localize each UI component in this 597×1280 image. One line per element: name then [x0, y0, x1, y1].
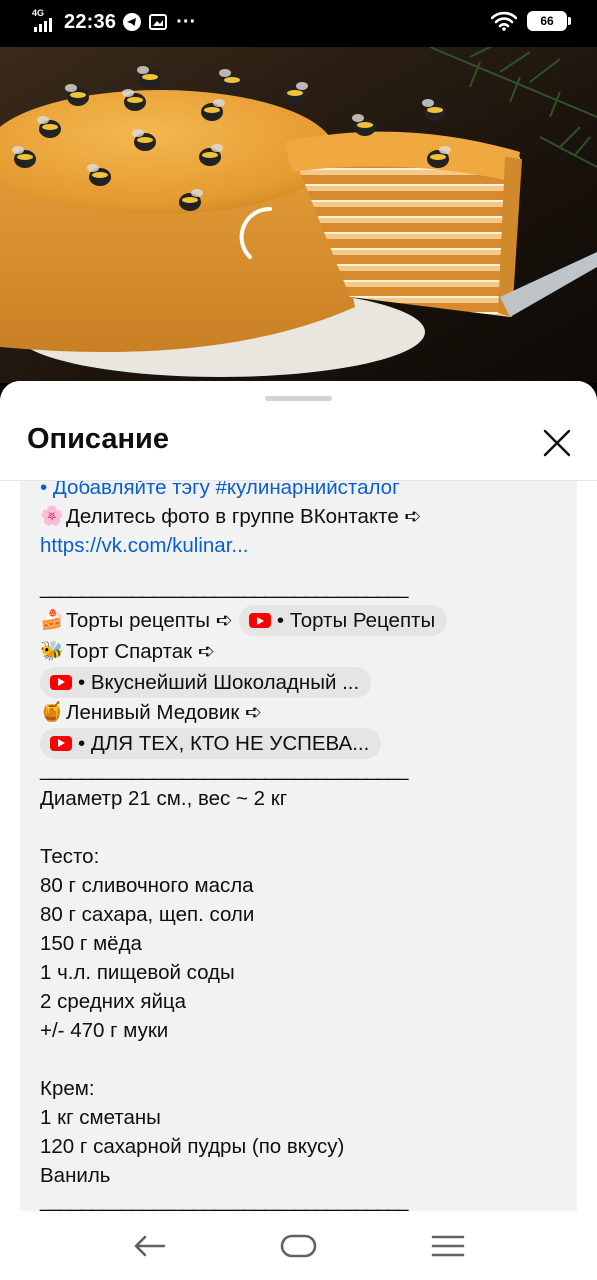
lazy-label: Ленивый Медовик ➪	[66, 701, 263, 724]
telegram-icon	[123, 13, 142, 31]
separator: ____________________________________	[40, 758, 408, 781]
lazy-chip-label: • ДЛЯ ТЕХ, КТО НЕ УСПЕВА...	[78, 731, 370, 755]
status-left: 4G 22:36 ···	[32, 8, 197, 34]
flower-icon: 🌸	[40, 506, 64, 527]
description-text: • Добавляйте тэгу #кулинарнийсталог 🌸 Де…	[40, 481, 570, 1211]
back-icon[interactable]	[130, 1231, 170, 1261]
dough-item: 80 г сливочного масла	[40, 874, 254, 897]
dough-title: Тесто:	[40, 845, 100, 868]
desc-cut-line: • Добавляйте тэгу #кулинарнийсталог	[40, 481, 400, 499]
share-text: Делитесь фото в группе ВКонтакте ➪	[66, 505, 422, 528]
dough-item: 150 г мёда	[40, 932, 142, 955]
battery-level: 66	[540, 14, 554, 28]
dough-item: 1 ч.л. пищевой соды	[40, 961, 235, 984]
cream-title: Крем:	[40, 1077, 95, 1100]
spartak-chip-label: • Вкуснейший Шоколадный ...	[78, 670, 360, 694]
youtube-icon	[248, 613, 271, 628]
video-player[interactable]	[0, 47, 597, 383]
screen: 4G 22:36 ··· 66 • Добавляйте тэгу #кулин…	[0, 0, 597, 1280]
cream-item: 1 кг сметаны	[40, 1106, 161, 1129]
cellular-signal-icon: 4G	[32, 8, 56, 34]
size-line: Диаметр 21 см., вес ~ 2 кг	[40, 787, 288, 810]
spartak-video-chip[interactable]: • Вкуснейший Шоколадный ...	[40, 666, 372, 698]
youtube-icon	[50, 674, 72, 690]
gallery-icon	[149, 14, 168, 30]
wifi-icon	[491, 11, 517, 31]
desc-spartak-line: 🐝 Торт Спартак ➪	[40, 637, 570, 666]
separator: ____________________________________	[40, 576, 408, 599]
network-type: 4G	[32, 8, 45, 18]
more-notifications-icon: ···	[176, 10, 197, 33]
sheet-header: Описание	[0, 381, 597, 481]
cakes-label: Торты рецепты ➪	[66, 609, 233, 632]
cakes-chip-label: • Торты Рецепты	[276, 609, 436, 632]
cakes-playlist-chip[interactable]: • Торты Рецепты	[238, 605, 448, 636]
clock: 22:36	[64, 10, 117, 33]
battery-icon: 66	[527, 11, 571, 31]
dough-item: 2 средних яйца	[40, 990, 187, 1013]
desc-share-line: 🌸 Делитесь фото в группе ВКонтакте ➪	[40, 502, 570, 531]
spartak-label: Торт Спартак ➪	[66, 640, 216, 663]
lazy-video-chip[interactable]: • ДЛЯ ТЕХ, КТО НЕ УСПЕВА...	[40, 727, 382, 759]
close-icon[interactable]	[536, 422, 578, 464]
cake-icon: 🍰	[40, 610, 64, 631]
dough-item: +/- 470 г муки	[40, 1019, 169, 1042]
desc-vk-line: https://vk.com/kulinar...	[40, 531, 570, 560]
sheet-title: Описание	[27, 423, 169, 455]
status-bar: 4G 22:36 ··· 66	[0, 0, 597, 47]
cream-item: 120 г сахарной пудры (по вкусу)	[40, 1135, 345, 1158]
loading-spinner-icon	[239, 206, 272, 259]
drag-handle[interactable]	[265, 396, 332, 401]
menu-icon[interactable]	[428, 1231, 468, 1261]
desc-cakes-line: 🍰 Торты рецепты ➪ • Торты Рецепты	[40, 604, 570, 637]
dough-item: 80 г сахара, щеп. соли	[40, 903, 255, 926]
navigation-bar	[0, 1211, 597, 1280]
home-icon[interactable]	[279, 1231, 319, 1261]
honey-icon: 🍯	[40, 702, 64, 723]
bee-icon: 🐝	[40, 641, 64, 662]
vk-link[interactable]: https://vk.com/kulinar...	[40, 531, 249, 560]
description-card[interactable]: • Добавляйте тэгу #кулинарнийсталог 🌸 Де…	[20, 481, 577, 1211]
description-sheet: • Добавляйте тэгу #кулинарнийсталог 🌸 Де…	[0, 381, 597, 1211]
separator: ____________________________________	[40, 1189, 408, 1211]
youtube-icon	[50, 735, 72, 751]
desc-spartak-chip-line: • Вкуснейший Шоколадный ...	[40, 666, 570, 698]
status-right: 66	[491, 11, 571, 31]
desc-lazy-line: 🍯 Ленивый Медовик ➪	[40, 698, 570, 727]
